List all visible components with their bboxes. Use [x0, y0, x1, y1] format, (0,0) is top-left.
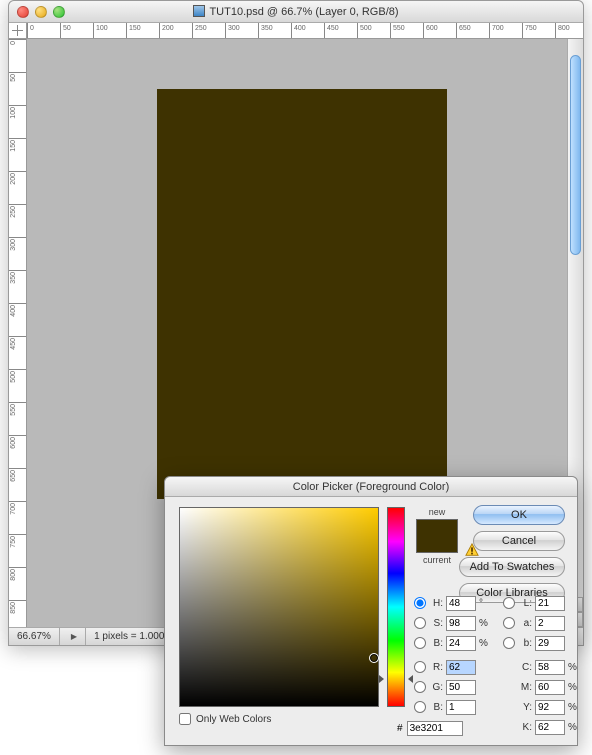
document-icon: [193, 5, 205, 17]
ruler-horizontal[interactable]: 0501001502002503003504004505005506006507…: [27, 23, 583, 39]
s-input[interactable]: [446, 616, 476, 631]
close-icon[interactable]: [17, 6, 29, 18]
m-label: M:: [518, 682, 532, 693]
color-fields-col2: L: a: b: C:% M:% Y:% K:%: [503, 593, 578, 737]
b-input[interactable]: [446, 636, 476, 651]
a-radio[interactable]: [503, 617, 515, 629]
b2-label: B:: [429, 702, 443, 713]
current-label: current: [415, 555, 459, 565]
new-label: new: [415, 507, 459, 517]
zoom-level[interactable]: 66.67%: [9, 628, 60, 645]
r-label: R:: [429, 662, 443, 673]
b-label: B:: [429, 638, 443, 649]
minimize-icon[interactable]: [35, 6, 47, 18]
hex-row: #: [397, 721, 463, 736]
only-web-label: Only Web Colors: [196, 714, 271, 725]
l-input[interactable]: [535, 596, 565, 611]
s-radio[interactable]: [414, 617, 426, 629]
window-title: TUT10.psd @ 66.7% (Layer 0, RGB/8): [9, 5, 583, 18]
hue-slider-thumb[interactable]: [383, 675, 409, 683]
y-input[interactable]: [535, 700, 565, 715]
add-to-swatches-button[interactable]: Add To Swatches: [459, 557, 565, 577]
g-radio[interactable]: [414, 681, 426, 693]
h-input[interactable]: [446, 596, 476, 611]
dialog-title[interactable]: Color Picker (Foreground Color): [165, 477, 577, 497]
ruler-vertical[interactable]: 0501001502002503003504004505005506006507…: [9, 39, 27, 627]
only-web-colors-checkbox[interactable]: Only Web Colors: [179, 713, 271, 725]
hex-label: #: [397, 723, 403, 734]
c-label: C:: [518, 662, 532, 673]
lb-label: b:: [518, 638, 532, 649]
h-label: H:: [429, 598, 443, 609]
r-input[interactable]: [446, 660, 476, 675]
lb-input[interactable]: [535, 636, 565, 651]
k-label: K:: [518, 722, 532, 733]
s-label: S:: [429, 618, 443, 629]
lb-radio[interactable]: [503, 637, 515, 649]
new-color-swatch[interactable]: [417, 520, 457, 536]
y-label: Y:: [518, 702, 532, 713]
color-picker-dialog: Color Picker (Foreground Color) new curr…: [164, 476, 578, 746]
r-radio[interactable]: [414, 661, 426, 673]
color-swatch[interactable]: [416, 519, 458, 553]
titlebar[interactable]: TUT10.psd @ 66.7% (Layer 0, RGB/8): [9, 1, 583, 23]
only-web-checkbox-input[interactable]: [179, 713, 191, 725]
cancel-button[interactable]: Cancel: [473, 531, 565, 551]
g-input[interactable]: [446, 680, 476, 695]
a-label: a:: [518, 618, 532, 629]
k-input[interactable]: [535, 720, 565, 735]
l-label: L:: [518, 598, 532, 609]
ok-button[interactable]: OK: [473, 505, 565, 525]
status-preview[interactable]: ▶: [60, 628, 86, 645]
color-swatch-block: new current: [415, 507, 459, 565]
b2-input[interactable]: [446, 700, 476, 715]
scrollbar-thumb[interactable]: [570, 55, 581, 255]
l-radio[interactable]: [503, 597, 515, 609]
g-label: G:: [429, 682, 443, 693]
m-input[interactable]: [535, 680, 565, 695]
a-input[interactable]: [535, 616, 565, 631]
sb-cursor[interactable]: [369, 653, 379, 663]
window-controls: [17, 6, 65, 18]
h-radio[interactable]: [414, 597, 426, 609]
ruler-origin[interactable]: [9, 23, 27, 39]
current-color-swatch[interactable]: [417, 536, 457, 552]
color-fields-col1: H:° S:% B:% R: G: B:: [414, 593, 489, 717]
canvas-document[interactable]: [157, 89, 447, 499]
dialog-buttons: OK Cancel Add To Swatches Color Librarie…: [473, 505, 565, 603]
saturation-brightness-field[interactable]: [179, 507, 379, 707]
zoom-icon[interactable]: [53, 6, 65, 18]
b2-radio[interactable]: [414, 701, 426, 713]
hex-input[interactable]: [407, 721, 463, 736]
b-radio[interactable]: [414, 637, 426, 649]
c-input[interactable]: [535, 660, 565, 675]
